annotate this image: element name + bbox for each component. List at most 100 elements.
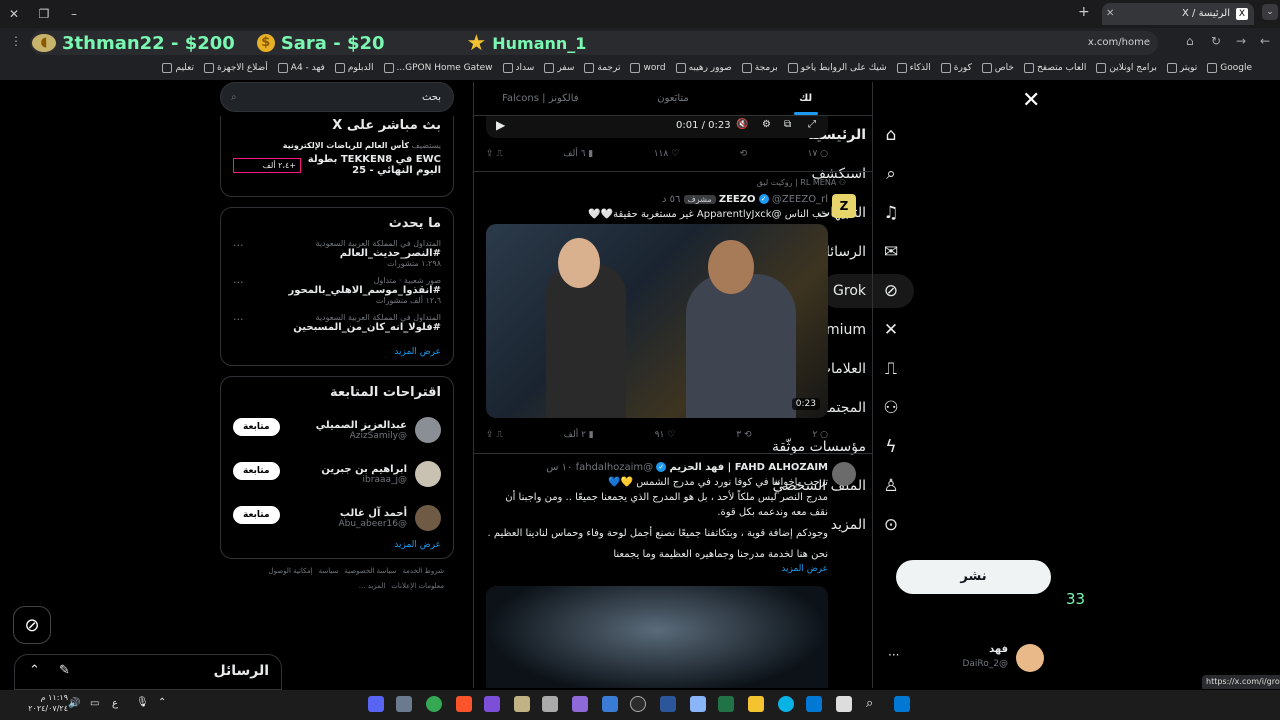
clock[interactable]: ١١:١٩ م ٢٠٢٤/٠٧/٢٤ (8, 692, 68, 714)
like-button[interactable]: ♡ ١١٨ (654, 144, 679, 164)
bookmark-item[interactable]: برمجة (741, 58, 778, 78)
show-more-link[interactable]: عرض المزيد (233, 540, 441, 550)
tweet-image[interactable] (486, 586, 828, 688)
chevron-up-icon[interactable]: ⌃ (158, 697, 166, 708)
repost-button[interactable]: ⟲ (740, 144, 748, 164)
more-icon[interactable]: ··· (233, 313, 244, 326)
bookmark-item[interactable]: تويتر (1166, 58, 1197, 78)
word-icon[interactable] (660, 696, 676, 712)
start-icon[interactable] (894, 696, 910, 712)
avatar[interactable] (832, 462, 856, 486)
tweet-fahd[interactable]: FAHD ALHOZAIM | فهد الحزيم ✓ @fahdalhoza… (474, 454, 872, 688)
live-event[interactable]: EWC في TEKKEN8 بطولة اليوم النهائي - 25 … (233, 154, 441, 188)
app-icon[interactable] (484, 696, 500, 712)
bookmark-item[interactable]: تعليم (162, 58, 194, 78)
excel-icon[interactable] (718, 696, 734, 712)
footer-link[interactable]: سياسة الخصوصية (344, 567, 396, 576)
author-name[interactable]: FAHD ALHOZAIM | فهد الحزيم (670, 462, 828, 473)
tweet-zeezo[interactable]: ⚇ RL MENA | روكيت ليق Z ZEEZO ✓ @ZEEZO_r… (474, 172, 872, 454)
browser-tab[interactable]: X الرئيسة / X ✕ (1102, 3, 1254, 25)
reload-icon[interactable]: ↻ (1211, 34, 1221, 48)
close-window-icon[interactable]: ✕ (4, 4, 24, 24)
trend-item[interactable]: المتداول في المملكة العربية السعودية #ال… (233, 239, 441, 268)
footer-link[interactable]: المزيد ... (359, 582, 386, 591)
settings-icon[interactable]: ⚙ (762, 119, 771, 130)
outlook-icon[interactable] (806, 696, 822, 712)
messages-drawer[interactable]: الرسائل ✎ ⌃ (14, 654, 282, 690)
bookmark-item[interactable]: word (630, 58, 666, 78)
forward-icon[interactable]: → (1236, 34, 1246, 48)
views-count[interactable]: ▮ ٢ ألف (564, 425, 594, 445)
bookmark-icon[interactable]: ⎍ ⇪ (486, 144, 503, 164)
obs-icon[interactable] (630, 696, 646, 712)
tab-for-you[interactable]: لك (739, 82, 872, 115)
search-input[interactable]: بحث ⌕ (220, 82, 454, 112)
bookmark-item[interactable]: أضلاع الاجهزة (204, 58, 268, 78)
chrome-icon[interactable] (426, 696, 442, 712)
reply-button[interactable]: ○ ٢ (812, 425, 828, 445)
home-icon[interactable]: ⌂ (1186, 34, 1194, 48)
suggestion-row[interactable]: عبدالعزيز الصميلي @AzizSamily متابعة (233, 408, 441, 452)
bookmark-item[interactable]: GPON Home Gatew... (383, 58, 493, 78)
post-button[interactable]: نشر (896, 560, 1051, 594)
brave-icon[interactable] (456, 696, 472, 712)
discord-icon[interactable] (368, 696, 384, 712)
trend-item[interactable]: المتداول في المملكة العربية السعودية #فل… (233, 313, 441, 333)
bookmark-item[interactable]: فهد - A4 (277, 58, 325, 78)
author-handle[interactable]: @ZEEZO_rl (772, 194, 828, 205)
notepad-icon[interactable] (602, 696, 618, 712)
show-more-link[interactable]: عرض المزيد (233, 347, 441, 357)
account-switcher[interactable]: فهد @DaiRo_2 ··· (884, 640, 1054, 676)
suggestion-row[interactable]: ابراهيم بن جبرين @ibraaa_j متابعة (233, 452, 441, 496)
new-message-icon[interactable]: ✎ (59, 663, 70, 678)
author-name[interactable]: ZEEZO (719, 194, 756, 205)
footer-link[interactable]: سياسة (319, 567, 339, 576)
pip-icon[interactable]: ⧉ (784, 119, 791, 130)
minimize-icon[interactable]: – (64, 4, 84, 24)
suggestion-row[interactable]: أحمد آل غالب @Abu_abeer16 متابعة (233, 496, 441, 540)
tab-following[interactable]: متابَعون (607, 82, 740, 115)
network-icon[interactable]: ▭ (90, 698, 99, 709)
more-icon[interactable]: ··· (888, 648, 899, 662)
views-count[interactable]: ▮ ٦ ألف (563, 144, 593, 164)
bookmark-item[interactable]: برامج اونلاين (1096, 58, 1157, 78)
settings-icon[interactable] (396, 696, 412, 712)
x-logo-icon[interactable]: ✕ (1022, 88, 1040, 113)
calculator-icon[interactable] (690, 696, 706, 712)
more-icon[interactable]: ··· (233, 276, 244, 289)
follow-button[interactable]: متابعة (233, 418, 280, 436)
volume-icon[interactable]: 🔊 (68, 698, 80, 709)
play-icon[interactable]: ▶ (496, 118, 505, 132)
task-view-icon[interactable] (836, 696, 852, 712)
tab-close-icon[interactable]: ✕ (1106, 3, 1114, 25)
bookmark-item[interactable]: ترجمة (584, 58, 620, 78)
new-tab-button[interactable]: + (1078, 4, 1090, 20)
tweet-video[interactable]: ▶ 0:01 / 0:23 🔇 ⚙ ⧉ ⤢ ○ ١٧ ⟲ ♡ ١١٨ ▮ ٦ أ… (474, 116, 872, 172)
footer-link[interactable]: إمكانية الوصول (269, 567, 313, 576)
bookmark-item[interactable]: سفر (544, 58, 574, 78)
folder-icon[interactable] (748, 696, 764, 712)
fullscreen-icon[interactable]: ⤢ (808, 119, 816, 130)
bookmark-item[interactable]: خاص (981, 58, 1014, 78)
trend-item[interactable]: صور شعبية · متداول #انقذوا_موسم_الاهلي_ب… (233, 276, 441, 305)
maximize-icon[interactable]: ❐ (34, 4, 54, 24)
like-button[interactable]: ♡ ٩١ (655, 425, 676, 445)
bookmark-item[interactable]: الذكاء (896, 58, 931, 78)
edge-icon[interactable] (778, 696, 794, 712)
menu-icon[interactable]: ⋮ (10, 34, 22, 48)
follow-button[interactable]: متابعة (233, 462, 280, 480)
avatar[interactable]: Z (832, 194, 856, 218)
author-handle[interactable]: @fahdalhozaim (576, 462, 654, 473)
bookmark-item[interactable]: سداد (502, 58, 534, 78)
bookmark-item[interactable]: صوور رهيبه (675, 58, 732, 78)
bookmark-item[interactable]: كورة (940, 58, 972, 78)
repost-button[interactable]: ⟲ ٣ (736, 425, 751, 445)
follow-button[interactable]: متابعة (233, 506, 280, 524)
tab-falcons[interactable]: فالكونز | Falcons (474, 82, 607, 115)
reply-button[interactable]: ○ ١٧ (808, 144, 828, 164)
app-icon[interactable] (572, 696, 588, 712)
app-icon[interactable] (514, 696, 530, 712)
bookmark-item[interactable]: الدبلوم (334, 58, 374, 78)
store-icon[interactable] (542, 696, 558, 712)
bookmark-item[interactable]: شيك على الروابط ياخو (787, 58, 887, 78)
